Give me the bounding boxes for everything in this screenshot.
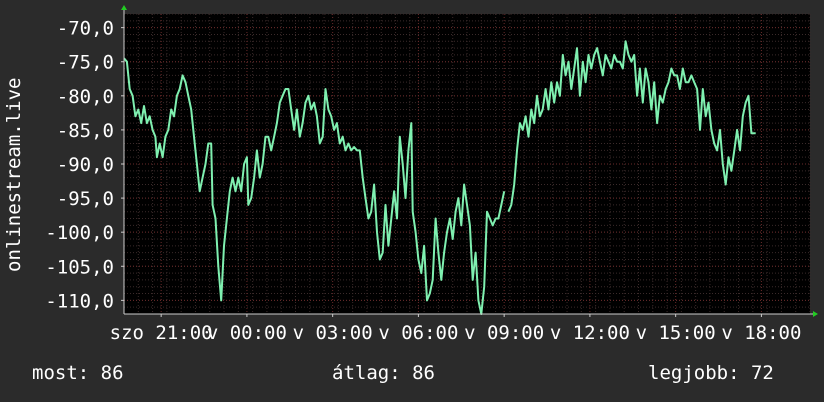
x-tick-label: v 18:00	[721, 322, 801, 344]
x-tick-label: v 06:00	[378, 322, 458, 344]
stat-best: legjobb: 72	[648, 362, 774, 384]
y-tick-label: -85,0	[57, 120, 114, 142]
x-tick-label: v 00:00	[207, 322, 287, 344]
y-tick-label: -90,0	[57, 154, 114, 176]
y-axis-arrow-icon	[121, 5, 127, 10]
stat-average: átlag: 86	[332, 362, 435, 384]
x-tick-label: v 12:00	[550, 322, 630, 344]
x-tick-label: v 09:00	[464, 322, 544, 344]
y-tick-label: -110,0	[45, 290, 114, 312]
y-tick-label: -80,0	[57, 86, 114, 108]
y-tick-label: -105,0	[45, 256, 114, 278]
x-tick-label: v 15:00	[636, 322, 716, 344]
y-axis-ticks: -70,0 -75,0 -80,0 -85,0 -90,0 -95,0 -100,0 -105…	[45, 18, 124, 312]
x-axis-ticks: szo 21:00v 00:00 v 03:00 v 06:00 v 09:00 v 1…	[110, 314, 801, 344]
chart: -70,0 -75,0 -80,0 -85,0 -90,0 -95,0 -100,0 -105…	[3, 5, 818, 344]
y-tick-label: -70,0	[57, 18, 114, 40]
y-axis-label: onlinestream.live	[3, 78, 25, 272]
x-tick-label: v 03:00	[293, 322, 373, 344]
stat-current: most: 86	[32, 362, 124, 384]
y-tick-label: -100,0	[45, 222, 114, 244]
x-axis-arrow-icon	[813, 311, 818, 317]
x-tick-label: szo 21:00	[110, 322, 213, 344]
y-tick-label: -95,0	[57, 188, 114, 210]
y-tick-label: -75,0	[57, 52, 114, 74]
